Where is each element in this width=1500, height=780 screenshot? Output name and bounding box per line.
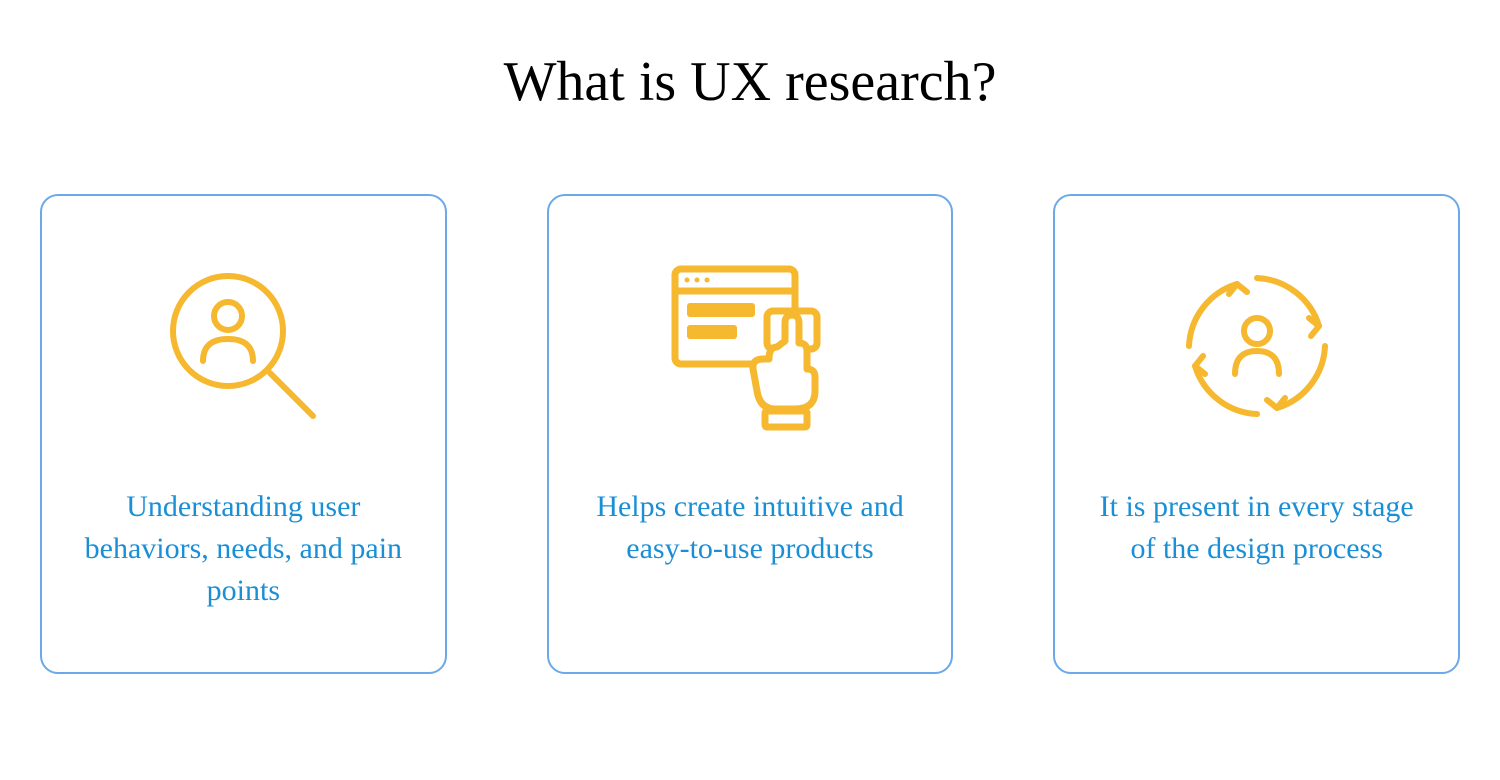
cards-row: Understanding user behaviors, needs, and…	[30, 194, 1470, 674]
page-title: What is UX research?	[30, 50, 1470, 114]
card-text: Helps create intuitive and easy-to-use p…	[579, 486, 922, 570]
user-cycle-icon	[1167, 246, 1347, 446]
card-intuitive: Helps create intuitive and easy-to-use p…	[547, 194, 954, 674]
card-text: Understanding user behaviors, needs, and…	[72, 486, 415, 612]
card-understanding: Understanding user behaviors, needs, and…	[40, 194, 447, 674]
card-text: It is present in every stage of the desi…	[1085, 486, 1428, 570]
search-user-icon	[158, 246, 328, 446]
touch-interface-icon	[655, 246, 845, 446]
card-process: It is present in every stage of the desi…	[1053, 194, 1460, 674]
